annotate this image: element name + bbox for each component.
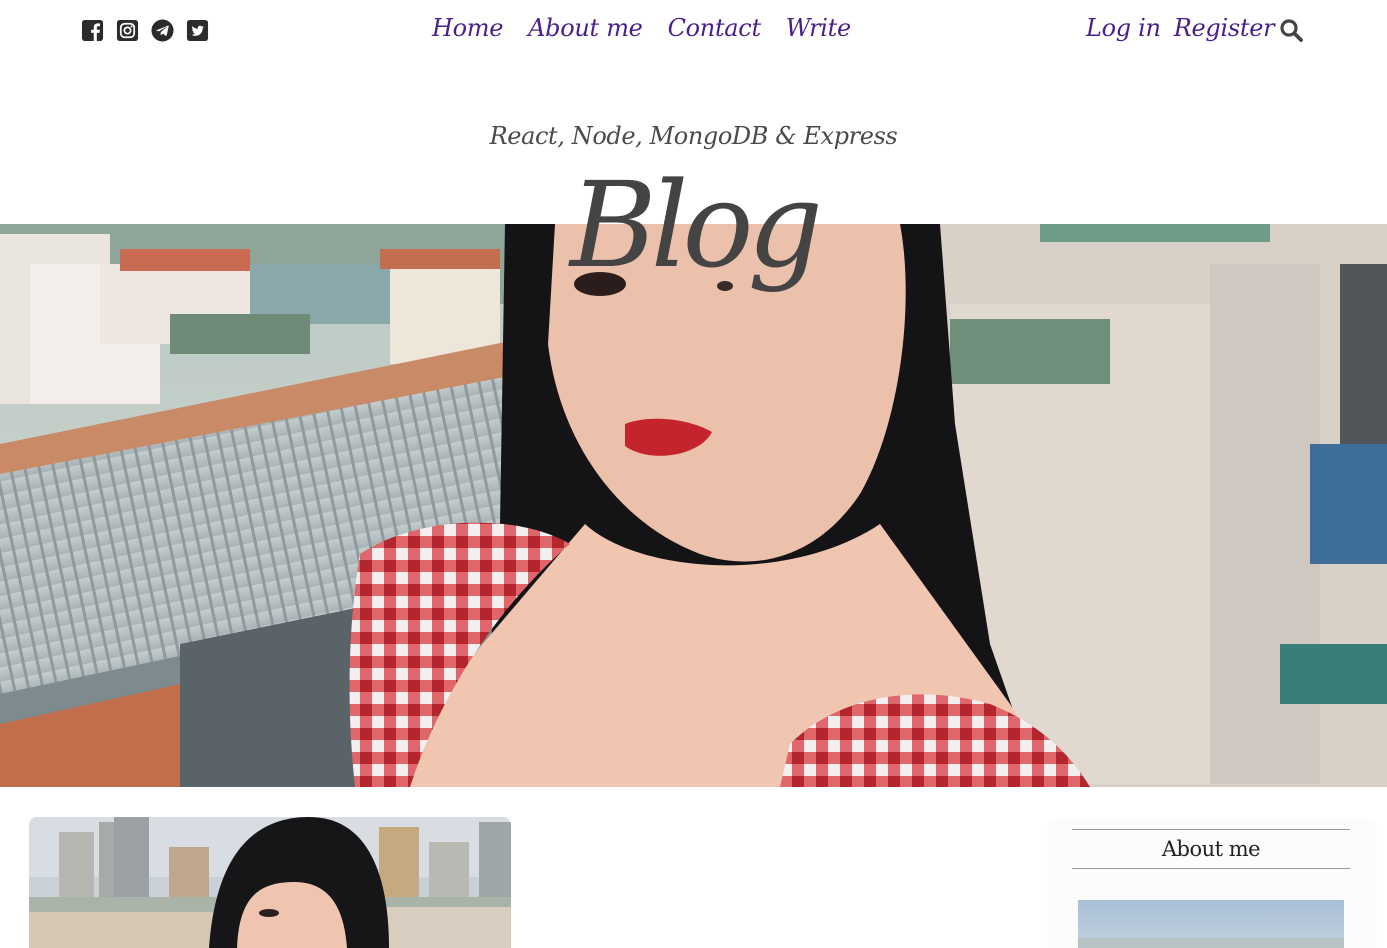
main-menu: Home About me Contact Write (432, 14, 851, 42)
instagram-square-icon[interactable] (116, 19, 139, 42)
auth-links: Log in Register (1086, 14, 1275, 42)
nav-write-link[interactable]: Write (786, 14, 851, 42)
facebook-square-icon[interactable] (81, 19, 104, 42)
search-icon[interactable] (1279, 18, 1303, 42)
nav-contact-link[interactable]: Contact (668, 14, 762, 42)
social-links (81, 19, 209, 42)
sidebar-image (1078, 900, 1344, 948)
nav-about-link[interactable]: About me (528, 14, 643, 42)
header-hero-image (0, 224, 1387, 787)
sidebar: About me (1047, 818, 1377, 948)
header-title: Blog (569, 156, 823, 294)
register-link[interactable]: Register (1174, 14, 1275, 42)
twitter-square-icon[interactable] (186, 19, 209, 42)
login-link[interactable]: Log in (1086, 14, 1161, 42)
sidebar-title: About me (1072, 829, 1350, 869)
nav-home-link[interactable]: Home (432, 14, 503, 42)
post-image[interactable] (29, 817, 511, 948)
top-navbar: Home About me Contact Write Log in Regis… (0, 0, 1387, 62)
telegram-icon[interactable] (151, 19, 174, 42)
header-subtitle: React, Node, MongoDB & Express (489, 122, 898, 150)
